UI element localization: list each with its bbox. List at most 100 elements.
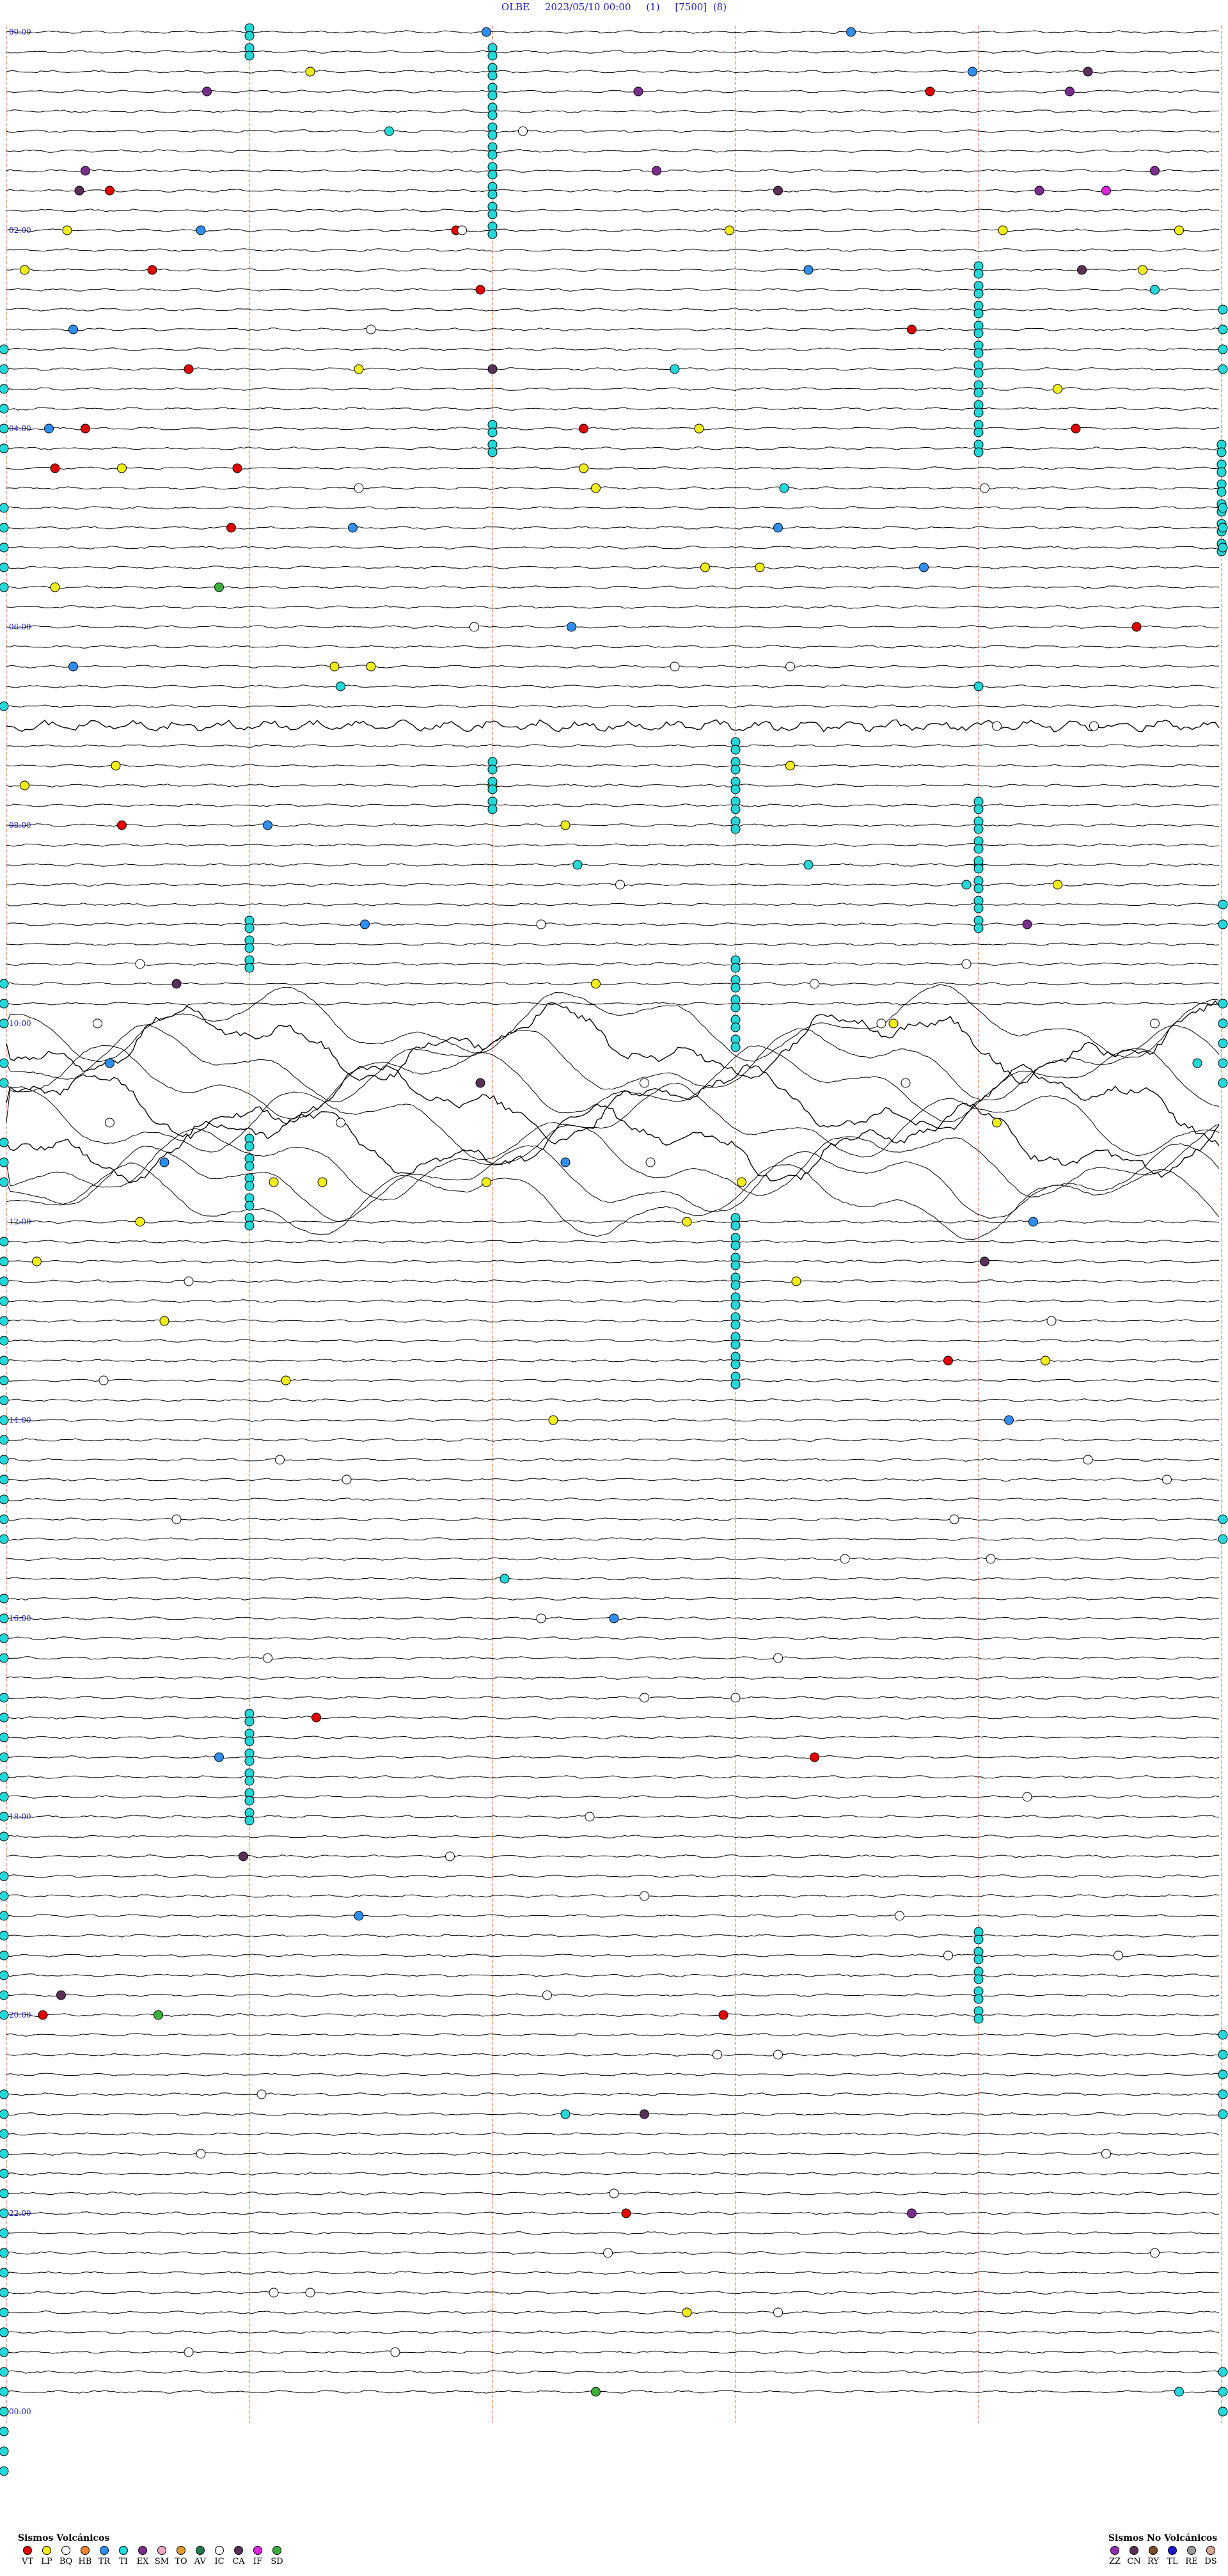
tremor-marker — [730, 1379, 741, 1389]
tremor-marker — [244, 1221, 255, 1231]
margin-marker — [0, 1990, 9, 2000]
event-marker — [184, 364, 194, 374]
event-marker — [803, 860, 814, 870]
margin-marker — [1218, 899, 1228, 910]
seismogram-trace — [6, 942, 1220, 946]
tremor-marker — [973, 824, 984, 834]
hour-label: 22:00 — [9, 2209, 31, 2218]
legend-volcanic-item: SD — [267, 2546, 287, 2566]
event-marker — [1028, 1217, 1038, 1227]
hour-label: 12:00 — [9, 1217, 31, 1226]
event-marker — [518, 126, 528, 136]
seismogram-trace — [6, 387, 1220, 391]
tremor-marker — [973, 328, 984, 338]
seismogram-trace — [6, 427, 1220, 431]
margin-marker — [0, 1435, 9, 1445]
margin-marker — [0, 1891, 9, 1901]
tremor-marker — [730, 804, 741, 814]
margin-marker — [0, 582, 9, 592]
event-marker — [536, 919, 546, 929]
seismogram-trace — [6, 328, 1220, 331]
legend-volcanic-item: IF — [248, 2546, 267, 2566]
event-marker — [980, 1256, 989, 1267]
tremor-marker — [973, 388, 984, 398]
tremor-marker — [730, 1260, 741, 1270]
event-marker — [791, 1276, 801, 1286]
seismogram-trace — [6, 2291, 1220, 2295]
seismogram-trace — [6, 1795, 1220, 1799]
event-marker — [50, 582, 60, 592]
event-marker — [1138, 265, 1147, 275]
event-marker — [171, 979, 182, 989]
margin-marker — [0, 443, 9, 454]
tremor-marker — [973, 864, 984, 874]
margin-marker — [0, 1058, 9, 1068]
margin-marker — [0, 2149, 9, 2159]
margin-marker — [0, 1732, 9, 1742]
seismogram-trace — [6, 1299, 1220, 1303]
seismogram-trace — [6, 1934, 1220, 1938]
event-marker — [773, 1653, 783, 1663]
margin-marker — [0, 1514, 9, 1524]
legend-nonvolcanic-title: Sismos No Volcánicos — [1108, 2533, 1218, 2543]
event-marker — [725, 225, 734, 235]
margin-marker — [1218, 1038, 1228, 1048]
legend-volcanic-item: SM — [152, 2546, 171, 2566]
tremor-marker — [487, 170, 498, 180]
seismogram-trace — [6, 1815, 1220, 1819]
seismogram-trace — [6, 1458, 1220, 1462]
tremor-marker — [487, 229, 498, 239]
event-marker — [980, 483, 989, 493]
event-marker — [214, 582, 224, 592]
event-marker — [755, 562, 765, 573]
seismogram-trace — [6, 228, 1220, 232]
margin-marker — [0, 2387, 9, 2397]
event-marker — [609, 1613, 619, 1624]
margin-marker — [0, 523, 9, 533]
tremor-marker — [973, 427, 984, 438]
margin-marker — [1218, 324, 1228, 335]
event-marker — [196, 2149, 206, 2159]
seismogram-trace — [6, 1398, 1220, 1402]
tremor-marker — [730, 963, 741, 973]
seismogram-trace — [6, 962, 1220, 966]
event-marker — [591, 2387, 601, 2397]
legend-volcanic-label: IF — [253, 2557, 263, 2566]
seismogram-trace — [6, 248, 1220, 252]
seismogram-trace — [6, 922, 1220, 926]
margin-marker — [0, 2426, 9, 2437]
legend-nonvolcanic-item: RE — [1182, 2546, 1201, 2566]
seismogram-trace — [6, 2033, 1220, 2037]
tremor-marker — [487, 130, 498, 140]
event-marker — [81, 423, 90, 434]
event-marker — [354, 364, 364, 374]
legend-volcanic-item: BQ — [56, 2546, 75, 2566]
legend-volcanic-item: AV — [191, 2546, 210, 2566]
event-marker — [81, 166, 90, 176]
event-marker — [773, 523, 783, 533]
seismogram-trace — [6, 2330, 1220, 2334]
seismogram-trace — [6, 1517, 1220, 1521]
event-marker — [44, 423, 54, 434]
event-marker — [670, 364, 680, 374]
margin-marker — [0, 1752, 9, 1762]
seismogram-trace — [6, 1379, 1220, 1382]
seismogram-trace — [6, 1143, 1220, 1222]
margin-marker — [0, 1018, 9, 1029]
tremor-marker — [487, 110, 498, 120]
seismogram-trace — [6, 2152, 1220, 2156]
margin-marker — [0, 2288, 9, 2298]
margin-marker — [0, 2466, 9, 2476]
event-marker — [785, 761, 795, 771]
event-marker — [154, 2010, 163, 2020]
event-marker — [919, 562, 929, 573]
seismogram-trace — [6, 565, 1220, 569]
seismogram-trace — [6, 1260, 1220, 1263]
event-marker — [475, 1078, 485, 1088]
margin-marker — [0, 1633, 9, 1643]
event-marker — [147, 265, 157, 275]
seismogram-trace — [6, 665, 1219, 668]
event-marker — [1071, 423, 1081, 434]
tremor-marker — [487, 764, 498, 775]
event-marker — [907, 324, 917, 335]
